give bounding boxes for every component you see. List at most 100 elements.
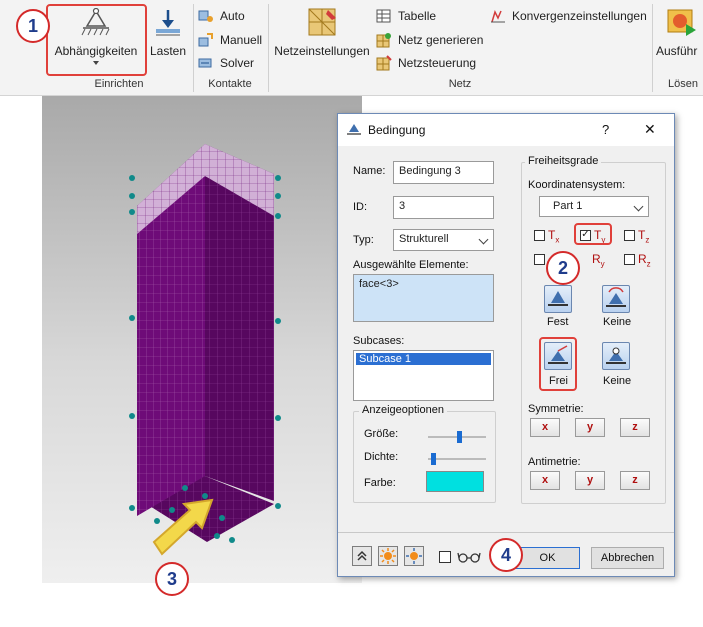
netzsteuerung-button[interactable]: Netzsteuerung bbox=[376, 53, 476, 73]
auto-label: Auto bbox=[220, 9, 245, 23]
netzsteuerung-label: Netzsteuerung bbox=[398, 56, 477, 70]
keine-label-2: Keine bbox=[603, 375, 632, 387]
manuell-button[interactable]: Manuell bbox=[198, 30, 262, 50]
tabelle-label: Tabelle bbox=[398, 9, 437, 23]
slider-thumb[interactable] bbox=[457, 431, 462, 443]
id-label: ID: bbox=[353, 201, 368, 213]
fest-label: Fest bbox=[547, 316, 569, 328]
fixed-support-icon bbox=[548, 291, 568, 306]
netz-generieren-label: Netz generieren bbox=[398, 33, 484, 47]
rz-label: Rz bbox=[638, 252, 651, 269]
preview-checkbox[interactable] bbox=[439, 551, 451, 563]
dialog-titlebar[interactable]: Bedingung ? ✕ bbox=[338, 114, 674, 146]
highlight-ty bbox=[574, 223, 612, 245]
free-support-icon bbox=[606, 287, 626, 307]
callout-2: 2 bbox=[546, 251, 580, 285]
id-field[interactable]: 3 bbox=[393, 196, 494, 219]
solver-contact-icon bbox=[198, 58, 212, 68]
double-chevron-up-icon bbox=[357, 550, 367, 561]
antimetrie-y-button[interactable]: y bbox=[575, 471, 605, 490]
bedingung-dialog: Bedingung ? ✕ Name: Bedingung 3 ID: 3 Ty… bbox=[337, 113, 675, 577]
rx-checkbox[interactable] bbox=[534, 254, 545, 265]
tz-label: Tz bbox=[638, 228, 650, 245]
dialog-title: Bedingung bbox=[368, 123, 426, 137]
tz-checkbox[interactable] bbox=[624, 230, 635, 241]
ry-label: Ry bbox=[592, 252, 605, 269]
fest-button[interactable] bbox=[544, 285, 572, 313]
abbrechen-button[interactable]: Abbrechen bbox=[591, 547, 664, 569]
glasses-icon bbox=[457, 552, 481, 563]
name-field[interactable]: Bedingung 3 bbox=[393, 161, 494, 184]
dialog-divider bbox=[338, 532, 674, 533]
keine-button-2[interactable] bbox=[602, 342, 630, 370]
netzeinstellungen-label: Netzeinstellungen bbox=[274, 44, 370, 58]
symmetrie-label: Symmetrie: bbox=[528, 403, 584, 415]
subcase-item[interactable]: Subcase 1 bbox=[356, 353, 491, 365]
graphics-viewport[interactable] bbox=[42, 96, 362, 583]
lasten-button[interactable]: Lasten bbox=[149, 6, 187, 72]
subcases-label: Subcases: bbox=[353, 335, 405, 347]
group-label-kontakte: Kontakte bbox=[208, 78, 252, 90]
ausfuehren-button[interactable]: Ausführ bbox=[656, 6, 703, 72]
manuell-label: Manuell bbox=[220, 33, 263, 47]
keine-label-1: Keine bbox=[603, 316, 632, 328]
tx-checkbox[interactable] bbox=[534, 230, 545, 241]
ribbon-separator bbox=[652, 4, 653, 92]
convergence-icon bbox=[491, 9, 505, 23]
auto-button[interactable]: Auto bbox=[198, 6, 245, 26]
highlight-abhaengigkeiten bbox=[46, 4, 147, 76]
antimetrie-x-button[interactable]: x bbox=[530, 471, 560, 490]
subcases-list[interactable]: Subcase 1 bbox=[353, 350, 494, 401]
auto-contact-icon bbox=[198, 10, 213, 22]
antimetrie-z-button[interactable]: z bbox=[620, 471, 650, 490]
ok-button[interactable]: OK bbox=[515, 547, 580, 569]
chevron-down-icon bbox=[478, 234, 489, 245]
koordinatensystem-value: Part 1 bbox=[553, 200, 583, 212]
freiheitsgrade-legend: Freiheitsgrade bbox=[525, 155, 602, 167]
none-support-icon bbox=[606, 347, 626, 364]
netz-generieren-button[interactable]: Netz generieren bbox=[376, 30, 483, 50]
chevron-down-icon bbox=[633, 201, 644, 212]
solver-button[interactable]: Solver bbox=[198, 53, 254, 73]
symmetrie-z-button[interactable]: z bbox=[620, 418, 650, 437]
netzeinstellungen-button[interactable]: Netzeinstellungen bbox=[272, 6, 372, 72]
callout-1: 1 bbox=[16, 9, 50, 43]
group-label-netz: Netz bbox=[448, 78, 472, 90]
mesh-settings-icon bbox=[308, 8, 336, 36]
close-button[interactable]: ✕ bbox=[644, 121, 656, 138]
highlight-all-button[interactable] bbox=[404, 546, 424, 566]
typ-label: Typ: bbox=[353, 234, 374, 246]
burst-multi-icon bbox=[406, 548, 422, 564]
symmetrie-y-button[interactable]: y bbox=[575, 418, 605, 437]
tx-label: Tx bbox=[548, 228, 560, 245]
rz-checkbox[interactable] bbox=[624, 254, 635, 265]
farbe-label: Farbe: bbox=[364, 477, 396, 489]
callout-3: 3 bbox=[155, 562, 189, 596]
highlight-button[interactable] bbox=[378, 546, 398, 566]
symmetrie-x-button[interactable]: x bbox=[530, 418, 560, 437]
koordinatensystem-dropdown[interactable]: Part 1 bbox=[539, 196, 649, 217]
slider-thumb[interactable] bbox=[431, 453, 436, 465]
solver-label: Solver bbox=[220, 56, 255, 70]
burst-icon bbox=[380, 548, 396, 564]
collapse-button[interactable] bbox=[352, 546, 372, 566]
selected-elements-box[interactable]: face<3> bbox=[353, 274, 494, 322]
callout-4: 4 bbox=[489, 538, 523, 572]
typ-dropdown[interactable]: Strukturell bbox=[393, 229, 494, 251]
lasten-label: Lasten bbox=[149, 44, 187, 58]
konvergenzeinstellungen-button[interactable]: Konvergenzeinstellungen bbox=[490, 6, 647, 26]
color-swatch[interactable] bbox=[426, 471, 484, 492]
tabelle-button[interactable]: Tabelle bbox=[376, 6, 436, 26]
typ-value: Strukturell bbox=[399, 233, 449, 245]
mesh-control-icon bbox=[376, 55, 392, 71]
groesse-slider[interactable] bbox=[428, 431, 486, 443]
load-icon bbox=[156, 10, 180, 36]
help-button[interactable]: ? bbox=[602, 122, 609, 137]
table-icon bbox=[376, 9, 391, 23]
group-label-einrichten: Einrichten bbox=[94, 78, 144, 90]
keine-button-1[interactable] bbox=[602, 285, 630, 313]
dichte-slider[interactable] bbox=[428, 453, 486, 465]
constraint-icon bbox=[347, 124, 361, 135]
ribbon-separator bbox=[268, 4, 269, 92]
run-solver-icon bbox=[667, 9, 696, 36]
